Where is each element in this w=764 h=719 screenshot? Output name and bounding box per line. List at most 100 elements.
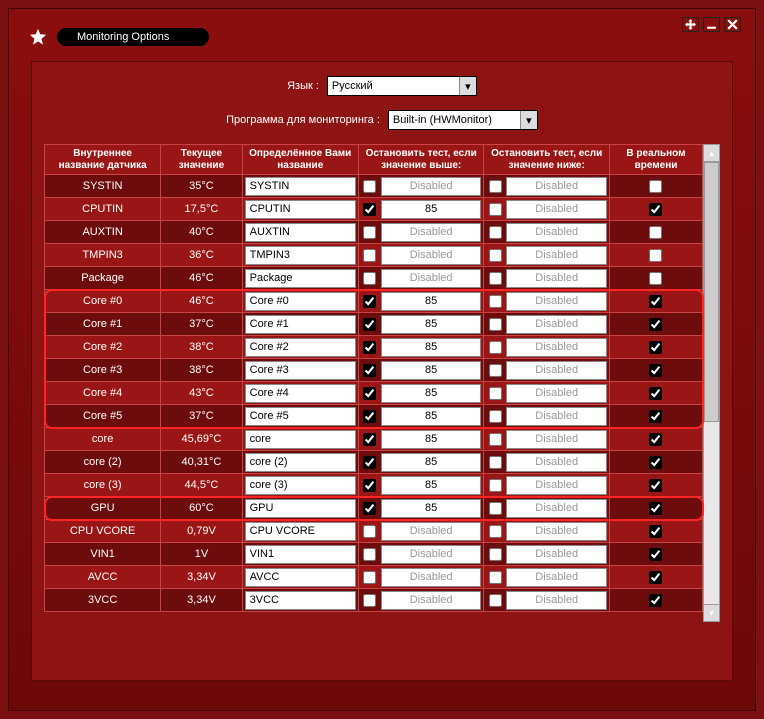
stop-below-checkbox[interactable] <box>489 364 502 377</box>
realtime-checkbox[interactable] <box>649 410 662 423</box>
stop-below-checkbox[interactable] <box>489 571 502 584</box>
stop-above-checkbox[interactable] <box>363 387 376 400</box>
realtime-checkbox[interactable] <box>649 364 662 377</box>
stop-below-checkbox[interactable] <box>489 433 502 446</box>
custom-name-input[interactable] <box>245 591 356 610</box>
realtime-checkbox[interactable] <box>649 226 662 239</box>
stop-below-value[interactable]: Disabled <box>506 453 607 472</box>
custom-name-input[interactable] <box>245 499 356 518</box>
scroll-thumb[interactable] <box>704 162 719 422</box>
stop-below-checkbox[interactable] <box>489 594 502 607</box>
stop-below-value[interactable]: Disabled <box>506 223 607 242</box>
stop-below-checkbox[interactable] <box>489 456 502 469</box>
realtime-checkbox[interactable] <box>649 502 662 515</box>
stop-below-value[interactable]: Disabled <box>506 246 607 265</box>
realtime-checkbox[interactable] <box>649 249 662 262</box>
stop-below-value[interactable]: Disabled <box>506 200 607 219</box>
stop-below-checkbox[interactable] <box>489 249 502 262</box>
custom-name-input[interactable] <box>245 522 356 541</box>
realtime-checkbox[interactable] <box>649 433 662 446</box>
custom-name-input[interactable] <box>245 177 356 196</box>
stop-above-checkbox[interactable] <box>363 479 376 492</box>
realtime-checkbox[interactable] <box>649 594 662 607</box>
stop-above-checkbox[interactable] <box>363 502 376 515</box>
stop-above-value[interactable]: 85 <box>381 384 482 403</box>
stop-above-value[interactable]: Disabled <box>381 269 482 288</box>
stop-below-value[interactable]: Disabled <box>506 430 607 449</box>
stop-below-value[interactable]: Disabled <box>506 568 607 587</box>
realtime-checkbox[interactable] <box>649 272 662 285</box>
custom-name-input[interactable] <box>245 407 356 426</box>
stop-below-value[interactable]: Disabled <box>506 545 607 564</box>
stop-below-checkbox[interactable] <box>489 410 502 423</box>
language-select[interactable]: Русский ▾ <box>327 76 477 96</box>
stop-above-checkbox[interactable] <box>363 318 376 331</box>
stop-above-value[interactable]: 85 <box>381 476 482 495</box>
realtime-checkbox[interactable] <box>649 180 662 193</box>
custom-name-input[interactable] <box>245 246 356 265</box>
realtime-checkbox[interactable] <box>649 318 662 331</box>
stop-below-checkbox[interactable] <box>489 318 502 331</box>
custom-name-input[interactable] <box>245 545 356 564</box>
custom-name-input[interactable] <box>245 476 356 495</box>
stop-above-checkbox[interactable] <box>363 295 376 308</box>
stop-above-checkbox[interactable] <box>363 226 376 239</box>
custom-name-input[interactable] <box>245 568 356 587</box>
stop-below-checkbox[interactable] <box>489 387 502 400</box>
stop-above-value[interactable]: 85 <box>381 200 482 219</box>
stop-below-checkbox[interactable] <box>489 502 502 515</box>
scroll-down-icon[interactable]: ▾ <box>704 604 719 621</box>
stop-below-value[interactable]: Disabled <box>506 384 607 403</box>
stop-above-value[interactable]: Disabled <box>381 568 482 587</box>
custom-name-input[interactable] <box>245 223 356 242</box>
stop-below-value[interactable]: Disabled <box>506 361 607 380</box>
move-button[interactable] <box>682 17 699 32</box>
stop-above-checkbox[interactable] <box>363 525 376 538</box>
stop-above-checkbox[interactable] <box>363 548 376 561</box>
stop-below-checkbox[interactable] <box>489 525 502 538</box>
stop-above-value[interactable]: 85 <box>381 499 482 518</box>
scrollbar[interactable]: ▴ ▾ <box>703 144 720 622</box>
stop-above-value[interactable]: 85 <box>381 338 482 357</box>
realtime-checkbox[interactable] <box>649 341 662 354</box>
custom-name-input[interactable] <box>245 269 356 288</box>
stop-above-value[interactable]: 85 <box>381 292 482 311</box>
stop-above-checkbox[interactable] <box>363 433 376 446</box>
stop-below-checkbox[interactable] <box>489 203 502 216</box>
stop-above-checkbox[interactable] <box>363 456 376 469</box>
stop-below-checkbox[interactable] <box>489 479 502 492</box>
realtime-checkbox[interactable] <box>649 571 662 584</box>
stop-above-checkbox[interactable] <box>363 180 376 193</box>
custom-name-input[interactable] <box>245 384 356 403</box>
realtime-checkbox[interactable] <box>649 203 662 216</box>
stop-below-value[interactable]: Disabled <box>506 499 607 518</box>
realtime-checkbox[interactable] <box>649 525 662 538</box>
stop-above-value[interactable]: Disabled <box>381 545 482 564</box>
custom-name-input[interactable] <box>245 315 356 334</box>
stop-above-value[interactable]: 85 <box>381 453 482 472</box>
minimize-button[interactable] <box>703 17 720 32</box>
realtime-checkbox[interactable] <box>649 479 662 492</box>
stop-above-checkbox[interactable] <box>363 272 376 285</box>
stop-below-value[interactable]: Disabled <box>506 407 607 426</box>
realtime-checkbox[interactable] <box>649 456 662 469</box>
stop-below-checkbox[interactable] <box>489 548 502 561</box>
custom-name-input[interactable] <box>245 338 356 357</box>
stop-below-value[interactable]: Disabled <box>506 476 607 495</box>
stop-above-value[interactable]: Disabled <box>381 591 482 610</box>
stop-below-value[interactable]: Disabled <box>506 315 607 334</box>
scroll-track[interactable] <box>704 162 719 604</box>
stop-above-value[interactable]: 85 <box>381 315 482 334</box>
stop-below-checkbox[interactable] <box>489 295 502 308</box>
scroll-up-icon[interactable]: ▴ <box>704 145 719 162</box>
custom-name-input[interactable] <box>245 453 356 472</box>
stop-above-value[interactable]: 85 <box>381 361 482 380</box>
stop-above-checkbox[interactable] <box>363 341 376 354</box>
stop-above-value[interactable]: Disabled <box>381 246 482 265</box>
stop-below-checkbox[interactable] <box>489 180 502 193</box>
stop-above-value[interactable]: Disabled <box>381 223 482 242</box>
stop-above-value[interactable]: Disabled <box>381 522 482 541</box>
stop-above-checkbox[interactable] <box>363 364 376 377</box>
stop-above-checkbox[interactable] <box>363 249 376 262</box>
custom-name-input[interactable] <box>245 200 356 219</box>
